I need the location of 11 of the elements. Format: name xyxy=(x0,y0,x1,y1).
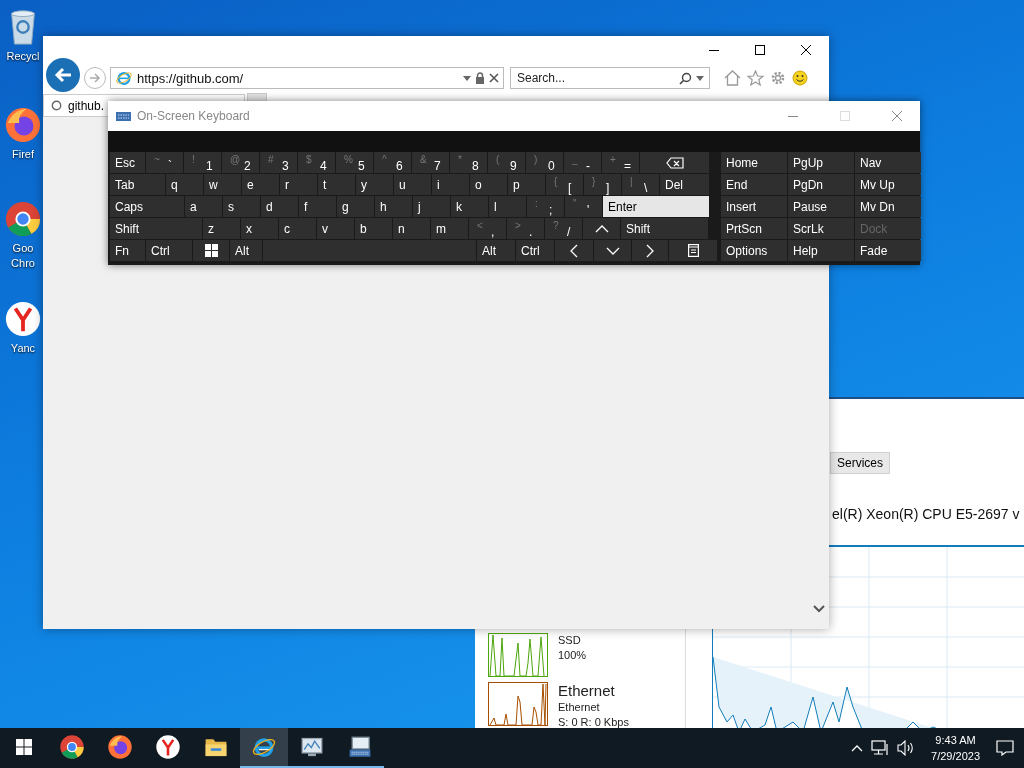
device-reading: 100% xyxy=(558,648,587,663)
window-title: On-Screen Keyboard xyxy=(137,109,251,123)
device-type: Ethernet xyxy=(558,700,601,715)
desktop-icon-label: Goo Chro xyxy=(10,241,36,271)
desktop-icon-label: Yanc xyxy=(9,341,37,356)
device-reading: S: 0 R: 0 Kbps xyxy=(558,715,629,730)
desktop-icon-label: Firef xyxy=(11,147,35,162)
desktop-icon-label: Recycl xyxy=(5,49,41,64)
device-name: Ethernet xyxy=(558,682,616,700)
cpu-title: el(R) Xeon(R) CPU E5-2697 v xyxy=(832,506,1020,522)
device-type: SSD xyxy=(558,633,582,648)
